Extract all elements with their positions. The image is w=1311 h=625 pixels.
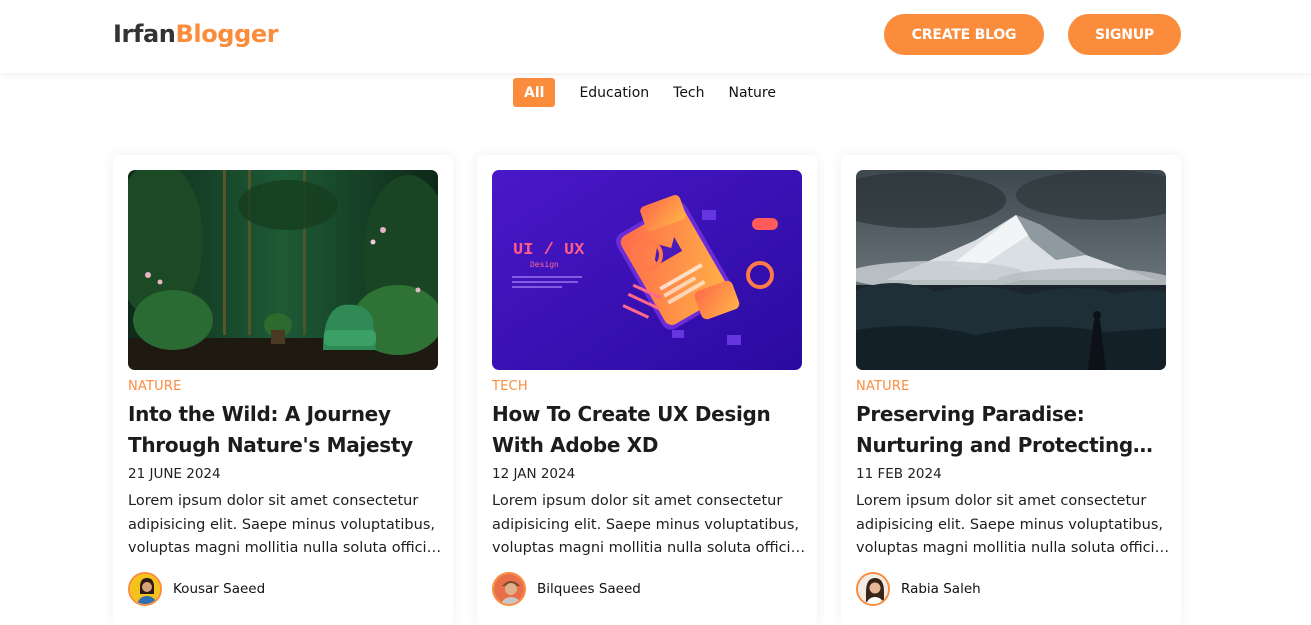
filter-nature[interactable]: Nature [719, 78, 786, 107]
signup-button[interactable]: SIGNUP [1068, 14, 1181, 55]
filter-all[interactable]: All [513, 78, 556, 107]
post-author[interactable]: Kousar Saeed [128, 572, 265, 606]
logo-part-2: Blogger [175, 20, 279, 48]
blog-card[interactable]: UI / UX Design TECH How To Create UX Des… [477, 155, 817, 625]
logo-part-1: Irfan [113, 20, 176, 48]
blog-card[interactable]: NATURE Into the Wild: A Journey Through … [113, 155, 453, 625]
post-excerpt: Lorem ipsum dolor sit amet consectetur a… [492, 493, 803, 556]
author-avatar [128, 572, 162, 606]
category-filter-bar: All Education Tech Nature [513, 78, 790, 107]
post-category: NATURE [856, 379, 910, 394]
create-blog-button[interactable]: CREATE BLOG [884, 14, 1044, 55]
author-avatar [856, 572, 890, 606]
post-category: NATURE [128, 379, 182, 394]
post-date: 12 JAN 2024 [492, 466, 576, 482]
site-header: IrfanBlogger CREATE BLOG SIGNUP [0, 0, 1311, 73]
author-name: Kousar Saeed [173, 581, 266, 597]
post-excerpt: Lorem ipsum dolor sit amet consectetur a… [128, 493, 439, 556]
post-title[interactable]: Into the Wild: A Journey Through Nature'… [128, 399, 440, 461]
post-excerpt: Lorem ipsum dolor sit amet consectetur a… [856, 493, 1167, 556]
image-design-text: Design [530, 261, 559, 270]
post-title[interactable]: Preserving Paradise: Nurturing and Prote… [856, 399, 1168, 461]
post-date: 21 JUNE 2024 [128, 466, 221, 482]
blog-card-image[interactable] [128, 170, 438, 370]
image-ui-ux-text: UI / UX [513, 241, 585, 260]
post-date: 11 FEB 2024 [856, 466, 942, 482]
author-name: Rabia Saleh [901, 581, 981, 597]
filter-tech[interactable]: Tech [663, 78, 714, 107]
blog-card-image[interactable]: UI / UX Design [492, 170, 802, 370]
site-logo[interactable]: IrfanBlogger [113, 20, 279, 48]
post-title[interactable]: How To Create UX Design With Adobe XD [492, 399, 804, 461]
post-author[interactable]: Bilquees Saeed [492, 572, 641, 606]
author-name: Bilquees Saeed [537, 581, 641, 597]
blog-card[interactable]: NATURE Preserving Paradise: Nurturing an… [841, 155, 1181, 625]
post-author[interactable]: Rabia Saleh [856, 572, 981, 606]
blog-card-image[interactable] [856, 170, 1166, 370]
post-category: TECH [492, 379, 528, 394]
author-avatar [492, 572, 526, 606]
filter-education[interactable]: Education [569, 78, 659, 107]
